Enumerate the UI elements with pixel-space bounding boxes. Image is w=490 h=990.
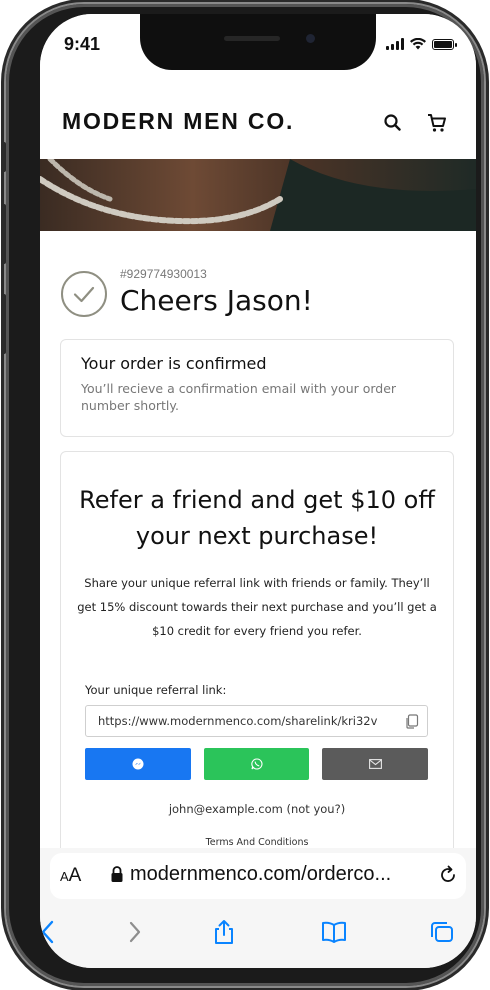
email-share-button[interactable] — [322, 748, 429, 780]
site-header: MODERN MEN CO. — [40, 96, 476, 158]
referral-description: Share your unique referral link with fri… — [77, 576, 437, 638]
hero-photo — [40, 159, 476, 231]
status-icons — [386, 38, 457, 50]
chevron-left-icon[interactable] — [40, 918, 64, 946]
lock-icon — [111, 866, 123, 882]
referral-link-label: Your unique referral link: — [85, 683, 227, 697]
share-buttons — [85, 748, 429, 780]
referral-title: Refer a friend and get $10 off your next… — [79, 486, 435, 550]
messenger-icon — [132, 758, 144, 770]
search-icon[interactable] — [380, 110, 406, 136]
confirm-text: You’ll recieve a confirmation email with… — [81, 381, 397, 413]
front-camera — [306, 34, 315, 43]
reload-icon[interactable] — [438, 865, 458, 885]
browser-toolbar — [40, 908, 476, 954]
hero-image — [40, 159, 476, 231]
confirm-title: Your order is confirmed — [81, 354, 267, 373]
share-icon[interactable] — [210, 918, 238, 946]
screen: 9:41 MODERN MEN CO. #929774930013 Cheers… — [40, 14, 476, 968]
copy-icon[interactable] — [405, 714, 419, 729]
mute-switch — [1, 142, 6, 172]
order-confirmed-card: Your order is confirmed You’ll recieve a… — [60, 339, 454, 437]
speaker — [224, 36, 280, 41]
check-circle-icon — [61, 271, 107, 317]
whatsapp-share-button[interactable] — [203, 748, 310, 780]
volume-up-button — [1, 204, 6, 264]
chevron-right-icon[interactable] — [120, 918, 148, 946]
notch — [140, 14, 376, 70]
tabs-icon[interactable] — [428, 918, 456, 946]
battery-icon — [432, 39, 457, 50]
signal-icon — [386, 38, 404, 50]
greeting-title: Cheers Jason! — [120, 284, 313, 317]
phone-frame: 9:41 MODERN MEN CO. #929774930013 Cheers… — [1, 4, 484, 986]
brand-logo[interactable]: MODERN MEN CO. — [62, 108, 294, 135]
messenger-share-button[interactable] — [85, 748, 191, 780]
reader-settings-button[interactable]: AA — [60, 865, 81, 887]
url-text: modernmenco.com/orderco... — [130, 863, 392, 885]
order-number: #929774930013 — [120, 267, 207, 281]
account-email-link[interactable]: john@example.com (not you?) — [61, 802, 453, 816]
referral-link-field[interactable]: https://www.modernmenco.com/sharelink/kr… — [85, 705, 428, 737]
volume-down-button — [1, 294, 6, 354]
email-icon — [368, 759, 382, 769]
wifi-icon — [410, 38, 426, 50]
terms-link[interactable]: Terms And Conditions — [61, 837, 453, 848]
browser-bottom-bar: AA modernmenco.com/orderco... — [40, 848, 476, 968]
referral-link-value: https://www.modernmenco.com/sharelink/kr… — [98, 714, 378, 728]
book-icon[interactable] — [320, 918, 348, 946]
status-time: 9:41 — [64, 34, 101, 54]
whatsapp-icon — [250, 758, 262, 770]
cart-icon[interactable] — [424, 110, 450, 136]
address-bar[interactable]: AA modernmenco.com/orderco... — [50, 853, 466, 899]
referral-card: Refer a friend and get $10 off your next… — [60, 451, 454, 871]
